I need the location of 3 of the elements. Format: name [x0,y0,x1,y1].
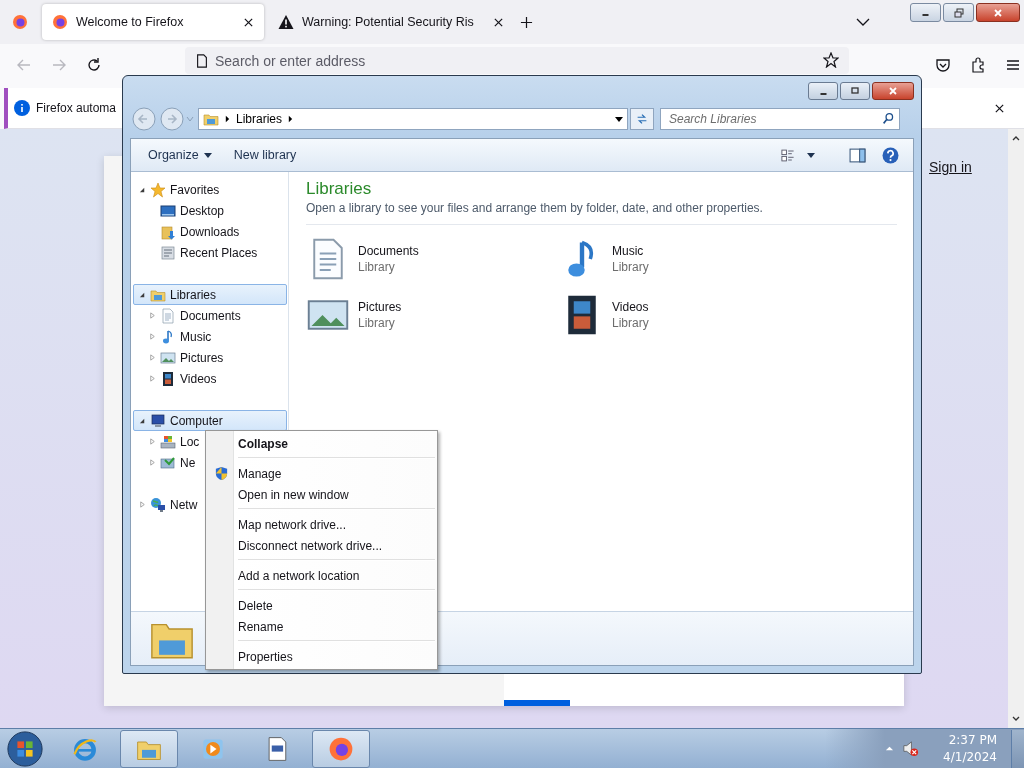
library-description: Open a library to see your files and arrange them by folder, date, and other properties. [306,201,897,225]
library-heading: Libraries [306,179,373,199]
notification-text: Firefox automa [36,101,117,115]
